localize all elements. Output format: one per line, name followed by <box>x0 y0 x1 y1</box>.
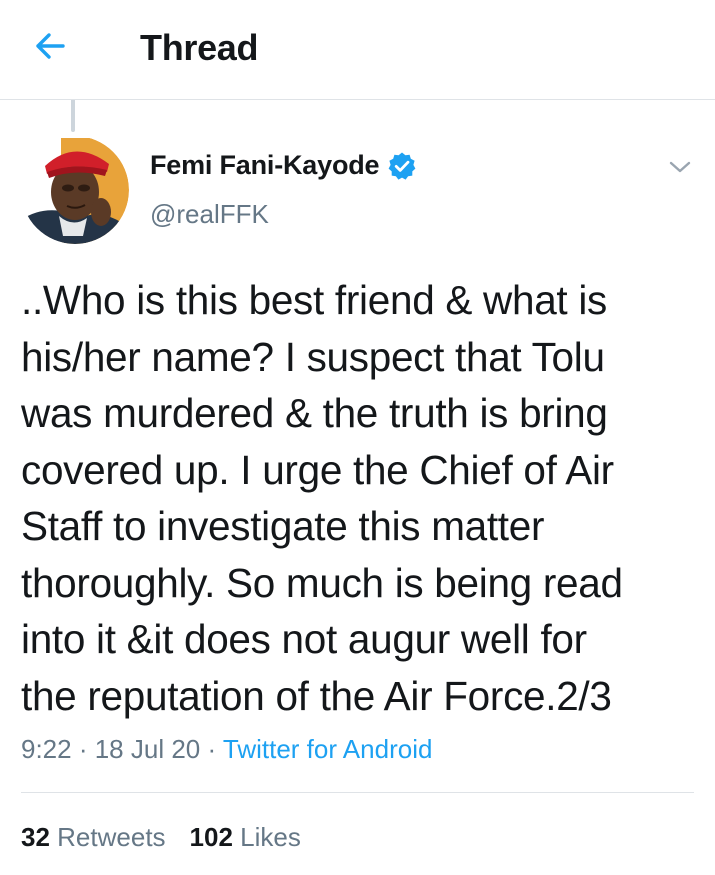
verified-badge-icon <box>387 151 417 181</box>
author-name: Femi Fani-Kayode <box>150 150 380 180</box>
retweets-count: 32 <box>21 822 50 852</box>
divider <box>21 792 694 793</box>
tweet-text: ..Who is this best friend & what is his/… <box>21 277 623 719</box>
tweet-options-button[interactable] <box>664 153 696 181</box>
thread-screen: Thread Femi Fani-Kayode @realFFK ..Who i… <box>0 0 715 875</box>
tweet-meta: 9:22 · 18 Jul 20 · Twitter for Android <box>21 732 432 766</box>
tweet-stats: 32 Retweets 102 Likes <box>21 820 325 854</box>
likes-count: 102 <box>189 822 233 852</box>
author-handle[interactable]: @realFFK <box>150 199 269 230</box>
avatar[interactable] <box>21 136 129 244</box>
likes-label: Likes <box>240 822 301 852</box>
retweets-label: Retweets <box>57 822 166 852</box>
top-bar: Thread <box>0 0 715 100</box>
author-name-link[interactable]: Femi Fani-Kayode <box>150 150 417 181</box>
back-button[interactable] <box>30 26 70 66</box>
arrow-left-icon <box>36 33 65 59</box>
meta-separator: · <box>71 734 95 764</box>
avatar-image <box>21 136 129 244</box>
chevron-down-icon <box>669 161 691 173</box>
tweet-time: 9:22 <box>21 734 72 764</box>
retweets-stat[interactable]: 32 Retweets <box>21 820 166 854</box>
page-title: Thread <box>140 27 259 68</box>
likes-stat[interactable]: 102 Likes <box>190 820 301 854</box>
tweet-date: 18 Jul 20 <box>94 734 201 764</box>
thread-connector-line <box>71 100 75 132</box>
meta-separator: · <box>200 734 223 764</box>
tweet-source-link[interactable]: Twitter for Android <box>223 734 433 764</box>
